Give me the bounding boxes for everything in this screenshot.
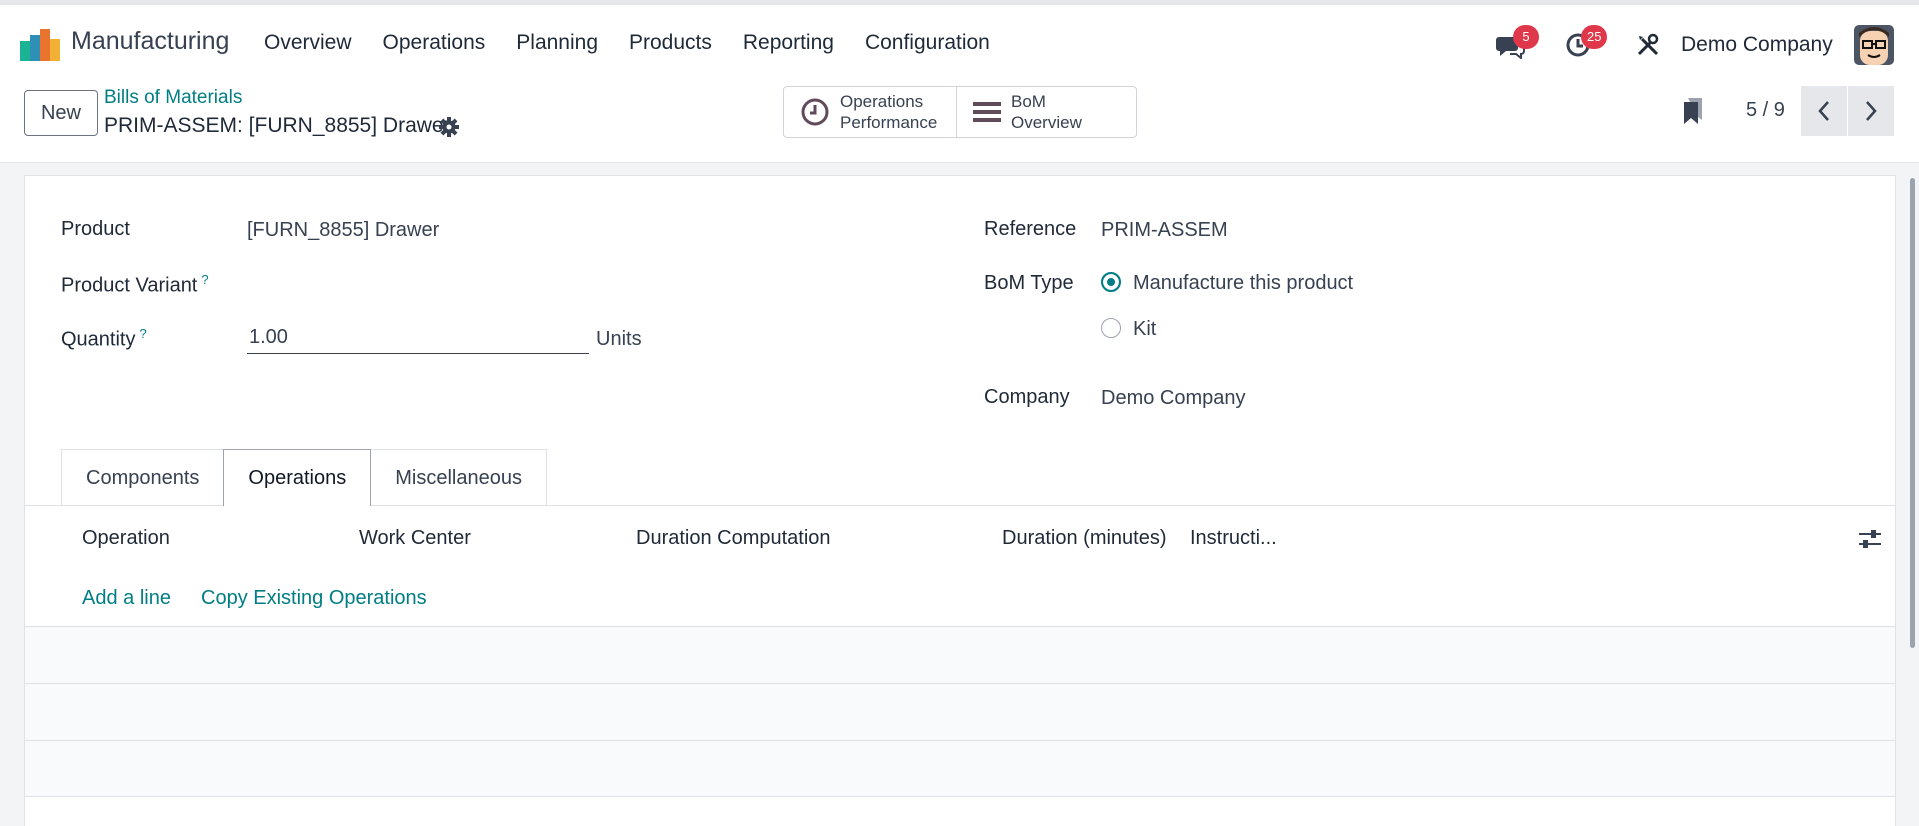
menu-configuration[interactable]: Configuration bbox=[865, 31, 990, 55]
bom-type-option-kit[interactable]: Kit bbox=[1133, 318, 1156, 341]
bom-type-radio-manufacture[interactable] bbox=[1101, 272, 1121, 292]
pager-next-button[interactable] bbox=[1848, 86, 1894, 136]
company-label: Company bbox=[984, 386, 1070, 408]
messages-badge: 5 bbox=[1513, 25, 1539, 49]
operations-performance-label-2: Performance bbox=[840, 113, 938, 132]
tab-components[interactable]: Components bbox=[61, 449, 225, 506]
reference-field[interactable]: PRIM-ASSEM bbox=[1101, 219, 1228, 242]
app-name[interactable]: Manufacturing bbox=[71, 27, 229, 56]
reference-label: Reference bbox=[984, 218, 1077, 240]
column-duration-computation[interactable]: Duration Computation bbox=[636, 527, 831, 550]
quantity-uom: Units bbox=[596, 328, 642, 350]
product-label: Product bbox=[61, 218, 130, 240]
menu-products[interactable]: Products bbox=[629, 31, 712, 55]
top-navbar: Manufacturing Overview Operations Planni… bbox=[0, 0, 1919, 83]
menu-planning[interactable]: Planning bbox=[516, 31, 598, 55]
bom-type-radio-kit[interactable] bbox=[1101, 318, 1121, 338]
vertical-scrollbar[interactable] bbox=[1910, 178, 1915, 648]
menu-overview[interactable]: Overview bbox=[264, 31, 352, 55]
pager-value[interactable]: 5 / 9 bbox=[1746, 99, 1785, 122]
smart-buttons: Operations Performance BoM Overview bbox=[783, 86, 1137, 138]
breadcrumb-bills-of-materials[interactable]: Bills of Materials bbox=[104, 87, 242, 109]
new-button[interactable]: New bbox=[24, 90, 98, 136]
column-work-center[interactable]: Work Center bbox=[359, 527, 471, 550]
record-title: PRIM-ASSEM: [FURN_8855] Drawer bbox=[104, 114, 451, 137]
column-instructions[interactable]: Instructi... bbox=[1190, 527, 1277, 550]
quantity-input[interactable] bbox=[247, 322, 589, 354]
bom-overview-button[interactable]: BoM Overview bbox=[956, 87, 1136, 137]
column-duration-minutes[interactable]: Duration (minutes) bbox=[1002, 527, 1167, 550]
control-panel: New Bills of Materials PRIM-ASSEM: [FURN… bbox=[0, 83, 1919, 163]
empty-row bbox=[25, 627, 1895, 683]
chevron-left-icon bbox=[1818, 101, 1829, 121]
activities-badge: 25 bbox=[1581, 25, 1608, 49]
manufacturing-app-icon[interactable] bbox=[20, 27, 60, 61]
quantity-label: Quantity? bbox=[61, 326, 147, 351]
notebook-tabs: Components Operations Miscellaneous bbox=[61, 449, 547, 506]
main-menu: Overview Operations Planning Products Re… bbox=[264, 31, 1021, 55]
bars-icon bbox=[973, 102, 1001, 122]
row-divider bbox=[25, 796, 1895, 797]
tab-operations[interactable]: Operations bbox=[223, 449, 372, 506]
operations-performance-label-1: Operations bbox=[840, 92, 924, 111]
company-field[interactable]: Demo Company bbox=[1101, 387, 1246, 410]
company-switcher[interactable]: Demo Company bbox=[1681, 33, 1833, 57]
operations-performance-button[interactable]: Operations Performance bbox=[784, 87, 956, 137]
gear-icon[interactable] bbox=[438, 116, 460, 138]
empty-row bbox=[25, 684, 1895, 740]
product-variant-label: Product Variant? bbox=[61, 272, 209, 297]
quantity-help-icon[interactable]: ? bbox=[139, 326, 146, 341]
form-sheet: Product [FURN_8855] Drawer Product Varia… bbox=[24, 175, 1896, 826]
tab-miscellaneous[interactable]: Miscellaneous bbox=[370, 449, 547, 506]
clock-icon bbox=[801, 98, 829, 126]
menu-operations[interactable]: Operations bbox=[383, 31, 486, 55]
user-avatar[interactable] bbox=[1854, 25, 1894, 65]
user-avatar-icon bbox=[1854, 25, 1894, 65]
chevron-right-icon bbox=[1866, 101, 1877, 121]
column-operation[interactable]: Operation bbox=[82, 527, 170, 550]
pager-previous-button[interactable] bbox=[1801, 86, 1847, 136]
bom-type-label: BoM Type bbox=[984, 272, 1074, 294]
copy-existing-operations-link[interactable]: Copy Existing Operations bbox=[201, 587, 427, 610]
bom-overview-label: BoM Overview bbox=[1011, 92, 1082, 132]
debug-tools-button[interactable] bbox=[1626, 23, 1670, 67]
menu-reporting[interactable]: Reporting bbox=[743, 31, 834, 55]
tools-icon bbox=[1637, 33, 1659, 56]
product-variant-help-icon[interactable]: ? bbox=[201, 272, 208, 287]
optional-columns-icon[interactable] bbox=[1857, 526, 1883, 552]
product-field[interactable]: [FURN_8855] Drawer bbox=[247, 219, 439, 242]
empty-row bbox=[25, 741, 1895, 797]
add-a-line-link[interactable]: Add a line bbox=[82, 587, 171, 610]
bookmark-icon[interactable] bbox=[1680, 96, 1706, 126]
bom-type-option-manufacture[interactable]: Manufacture this product bbox=[1133, 272, 1353, 295]
